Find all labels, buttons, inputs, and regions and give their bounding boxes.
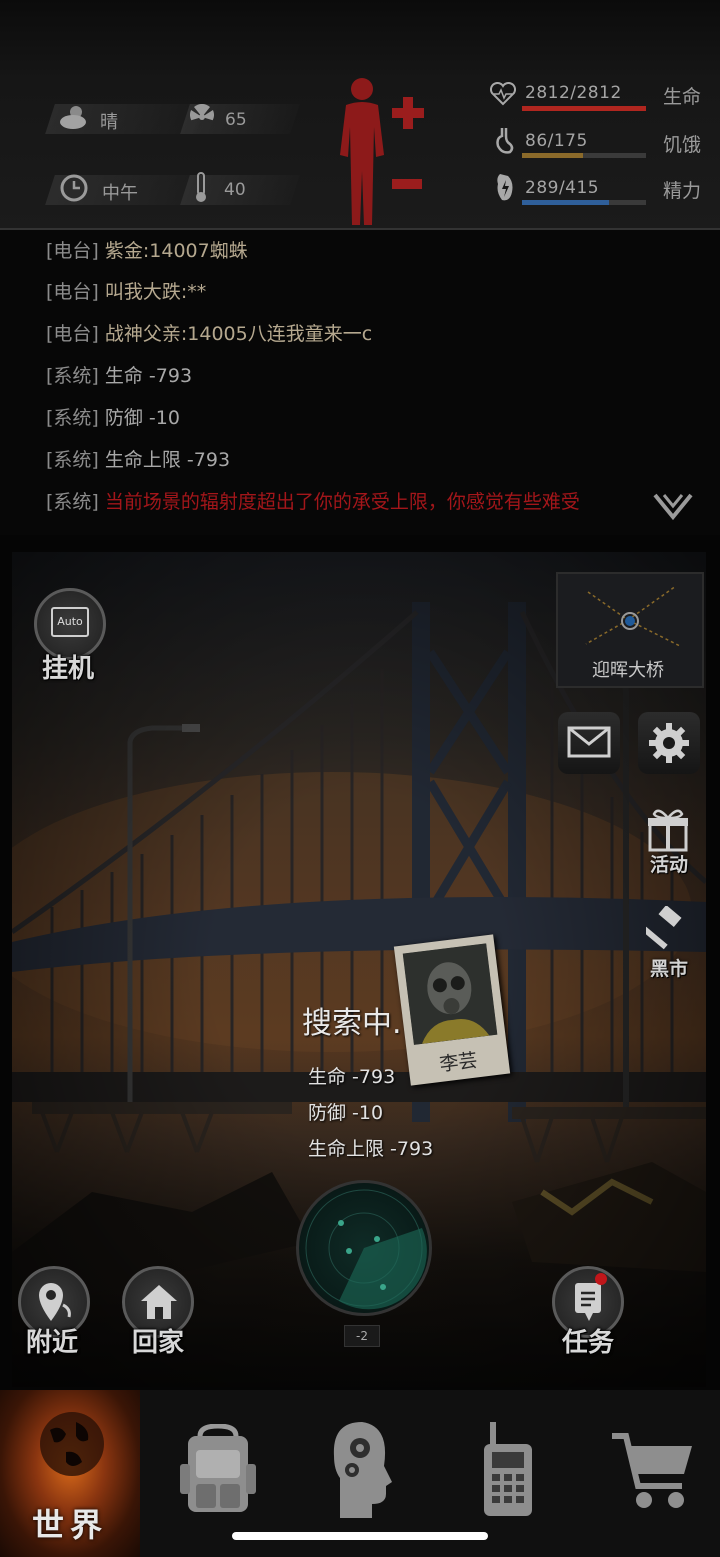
chat-line: [系统] 生命 -793 bbox=[46, 365, 193, 387]
chat-line: [系统] 生命上限 -793 bbox=[46, 449, 231, 471]
world-label[interactable]: 世界 bbox=[0, 1500, 140, 1546]
map-route-icon bbox=[585, 585, 681, 647]
settings-button[interactable] bbox=[638, 712, 700, 774]
auto-label: Auto bbox=[51, 607, 89, 637]
quest-scroll-icon bbox=[575, 1283, 601, 1321]
radar[interactable] bbox=[296, 1180, 432, 1316]
hunger-value: 86/175 bbox=[525, 131, 588, 151]
heart-icon bbox=[490, 82, 516, 106]
home-indicator[interactable] bbox=[232, 1532, 488, 1540]
health-value: 2812/2812 bbox=[525, 83, 622, 103]
chevron-down-icon[interactable] bbox=[652, 492, 694, 522]
chat-line: [电台] 紫金:14007蜘蛛 bbox=[46, 240, 248, 262]
auto-idle-label[interactable]: 挂机 bbox=[42, 648, 94, 685]
cloud-icon bbox=[60, 106, 86, 129]
location-name: 迎晖大桥 bbox=[592, 660, 664, 681]
hunger-bar-fill bbox=[522, 153, 583, 158]
health-bar bbox=[522, 106, 646, 111]
backpack-icon[interactable] bbox=[178, 1424, 258, 1516]
energy-label: 精力 bbox=[663, 180, 702, 202]
body-status-icon[interactable] bbox=[332, 75, 392, 227]
events-label[interactable]: 活动 bbox=[650, 850, 688, 877]
energy-bar bbox=[522, 200, 646, 205]
black-market-label[interactable]: 黑市 bbox=[650, 954, 688, 981]
mail-button[interactable] bbox=[558, 712, 620, 774]
location-pin-icon bbox=[39, 1283, 71, 1321]
health-bar-fill bbox=[522, 106, 646, 111]
energy-icon bbox=[497, 174, 513, 201]
gavel-icon[interactable] bbox=[646, 906, 690, 956]
health-label: 生命 bbox=[663, 86, 702, 108]
status-panel: 晴 65 中午 40 2812/2812 生命 86/175 饥饿 289/41… bbox=[0, 0, 720, 230]
damage-minus-icon bbox=[392, 179, 422, 189]
skills-head-icon[interactable] bbox=[330, 1420, 394, 1520]
radiation-value: 65 bbox=[225, 110, 247, 130]
stomach-icon bbox=[496, 128, 514, 154]
radio-transceiver-icon[interactable] bbox=[478, 1420, 538, 1518]
chat-line: [电台] 战神父亲:14005八连我童来一c bbox=[46, 323, 373, 345]
chat-line: [系统] 当前场景的辐射度超出了你的承受上限，你感觉有些难受 bbox=[46, 491, 580, 513]
radar-count: -2 bbox=[344, 1325, 380, 1347]
gas-mask-icon bbox=[402, 943, 498, 1045]
chat-log[interactable]: [电台] 紫金:14007蜘蛛 [电台] 叫我大跌:** [电台] 战神父亲:1… bbox=[0, 230, 720, 535]
mail-icon bbox=[567, 726, 611, 758]
shop-cart-icon[interactable] bbox=[610, 1430, 696, 1512]
npc-name: 李芸 bbox=[438, 1049, 479, 1076]
heal-plus-icon[interactable] bbox=[390, 95, 426, 131]
quests-label[interactable]: 任务 bbox=[562, 1322, 614, 1359]
effect-line: 生命 -793 bbox=[308, 1066, 396, 1088]
radar-sweep-icon bbox=[305, 1189, 427, 1310]
gift-icon[interactable] bbox=[646, 806, 690, 852]
energy-bar-fill bbox=[522, 200, 609, 205]
hunger-label: 饥饿 bbox=[663, 134, 702, 156]
energy-value: 289/415 bbox=[525, 178, 600, 198]
effect-line: 生命上限 -793 bbox=[308, 1138, 434, 1160]
home-label[interactable]: 回家 bbox=[132, 1322, 184, 1359]
temperature-value: 40 bbox=[224, 180, 246, 200]
hunger-bar bbox=[522, 153, 646, 158]
npc-card[interactable]: 李芸 bbox=[393, 934, 511, 1086]
home-icon bbox=[141, 1285, 177, 1319]
effect-line: 防御 -10 bbox=[308, 1102, 384, 1124]
thermometer-icon bbox=[196, 172, 206, 202]
weather-label: 晴 bbox=[100, 112, 118, 133]
globe-icon bbox=[40, 1412, 104, 1476]
npc-portrait bbox=[402, 943, 498, 1045]
clock-icon bbox=[60, 174, 88, 202]
nearby-label[interactable]: 附近 bbox=[26, 1322, 78, 1359]
time-label: 中午 bbox=[102, 183, 138, 204]
radiation-icon bbox=[190, 104, 214, 121]
notification-dot bbox=[595, 1273, 607, 1285]
chat-line: [系统] 防御 -10 bbox=[46, 407, 180, 429]
chat-line: [电台] 叫我大跌:** bbox=[46, 281, 207, 303]
gear-icon bbox=[649, 723, 689, 763]
